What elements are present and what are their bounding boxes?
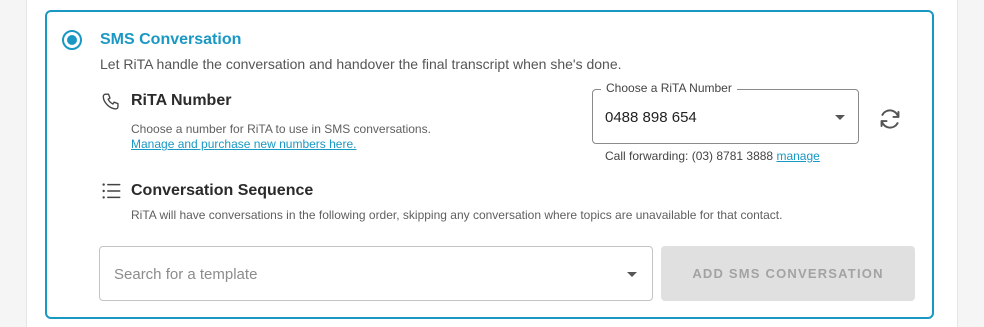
refresh-icon[interactable] (877, 106, 903, 132)
sms-option-title[interactable]: SMS Conversation (100, 31, 241, 49)
manage-numbers-link[interactable]: Manage and purchase new numbers here. (131, 137, 356, 151)
add-sms-conversation-button[interactable]: ADD SMS CONVERSATION (661, 246, 915, 301)
rita-number-select-value[interactable]: 0488 898 654 (605, 109, 697, 126)
call-forwarding-manage-link[interactable]: manage (776, 149, 819, 163)
sms-conversation-option[interactable]: SMS Conversation Let RiTA handle the con… (45, 10, 934, 319)
rita-number-select-label: Choose a RiTA Number (601, 81, 737, 95)
page-panel: SMS Conversation Let RiTA handle the con… (26, 0, 958, 327)
conversation-sequence-description: RiTA will have conversations in the foll… (131, 208, 783, 222)
sms-option-description: Let RiTA handle the conversation and han… (100, 56, 622, 72)
template-search-field[interactable] (99, 246, 653, 301)
phone-icon (102, 93, 119, 110)
chevron-down-icon[interactable] (835, 115, 845, 120)
rita-number-description: Choose a number for RiTA to use in SMS c… (131, 122, 431, 136)
sms-option-radio[interactable] (62, 30, 82, 50)
chevron-down-icon[interactable] (627, 272, 637, 277)
list-icon (102, 183, 121, 199)
template-search-input[interactable] (114, 263, 614, 285)
call-forwarding-text: Call forwarding: (03) 8781 3888 (605, 149, 774, 163)
rita-number-title: RiTA Number (131, 92, 232, 109)
call-forwarding-info: Call forwarding: (03) 8781 3888 manage (605, 149, 820, 163)
conversation-sequence-title: Conversation Sequence (131, 182, 314, 199)
